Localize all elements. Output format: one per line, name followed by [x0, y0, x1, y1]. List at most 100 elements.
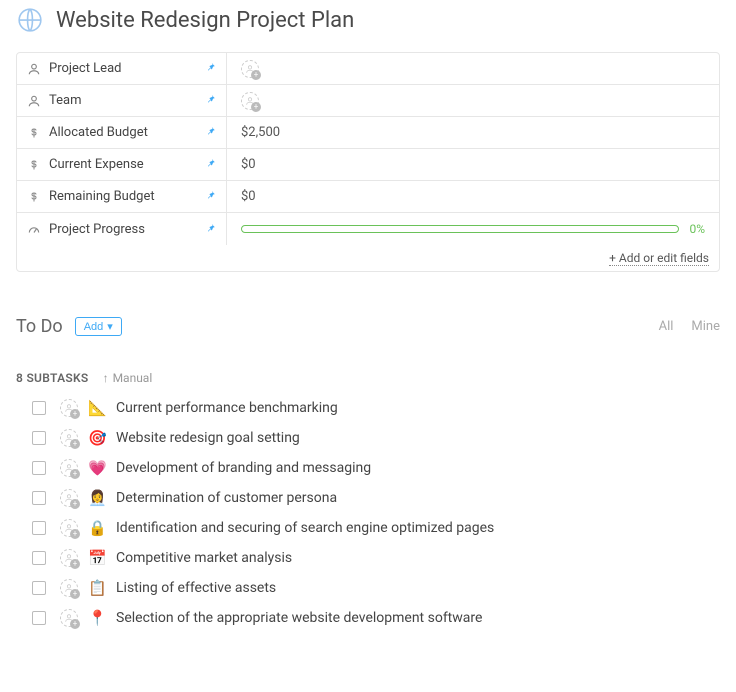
- filter-all[interactable]: All: [659, 319, 674, 334]
- assign-user-button[interactable]: [60, 429, 78, 447]
- field-label-cell[interactable]: Team: [17, 85, 227, 116]
- filter-mine[interactable]: Mine: [691, 319, 720, 334]
- pin-icon[interactable]: [206, 222, 216, 237]
- progress-bar[interactable]: [241, 225, 679, 233]
- field-row-project-progress: Project Progress 0%: [17, 213, 719, 245]
- assign-user-button[interactable]: [60, 519, 78, 537]
- view-filters: All Mine: [659, 319, 720, 334]
- task-checkbox[interactable]: [32, 611, 46, 625]
- progress-value: 0%: [689, 222, 705, 236]
- field-label: Team: [49, 93, 82, 108]
- field-label-cell[interactable]: Current Expense: [17, 149, 227, 180]
- chevron-down-icon: ▾: [107, 320, 113, 333]
- dollar-icon: [27, 126, 41, 140]
- field-row-current-expense: Current Expense $0: [17, 149, 719, 181]
- field-value-cell[interactable]: [227, 85, 719, 116]
- field-value-cell[interactable]: 0%: [227, 213, 719, 245]
- task-row[interactable]: 📍Selection of the appropriate website de…: [32, 609, 720, 627]
- task-row[interactable]: 🔒 Identification and securing of search e…: [32, 519, 720, 537]
- task-checkbox[interactable]: [32, 491, 46, 505]
- field-row-team: Team: [17, 85, 719, 117]
- add-subtask-button[interactable]: Add ▾: [75, 317, 122, 336]
- assign-user-button[interactable]: [60, 549, 78, 567]
- assign-user-button[interactable]: [60, 489, 78, 507]
- field-row-project-lead: Project Lead: [17, 53, 719, 85]
- task-title: Development of branding and messaging: [116, 460, 371, 476]
- pin-icon[interactable]: [206, 61, 216, 76]
- field-label-cell[interactable]: Remaining Budget: [17, 181, 227, 212]
- task-checkbox[interactable]: [32, 551, 46, 565]
- section-title: To Do: [16, 316, 63, 337]
- add-edit-fields-link[interactable]: + Add or edit fields: [609, 251, 709, 266]
- pin-icon[interactable]: [206, 157, 216, 172]
- field-value-cell[interactable]: $2,500: [227, 117, 719, 148]
- pin-icon[interactable]: [206, 93, 216, 108]
- dollar-icon: [27, 158, 41, 172]
- field-row-allocated-budget: Allocated Budget $2,500: [17, 117, 719, 149]
- task-checkbox[interactable]: [32, 431, 46, 445]
- task-row[interactable]: 👩‍💼Determination of customer persona: [32, 489, 720, 507]
- field-label: Allocated Budget: [49, 125, 148, 140]
- task-emoji-icon: 📐: [88, 399, 106, 417]
- task-title: Current performance benchmarking: [116, 400, 338, 416]
- field-label-cell[interactable]: Project Progress: [17, 213, 227, 245]
- fields-footer: + Add or edit fields: [17, 245, 719, 271]
- person-icon: [27, 62, 41, 76]
- task-checkbox[interactable]: [32, 581, 46, 595]
- assign-user-button[interactable]: [60, 399, 78, 417]
- field-value-cell[interactable]: [227, 53, 719, 84]
- task-title: Competitive market analysis: [116, 550, 292, 566]
- subtasks-meta: 8 SUBTASKS ↑ Manual: [16, 371, 720, 385]
- page-header: Website Redesign Project Plan: [16, 6, 720, 34]
- assign-user-button[interactable]: [241, 92, 259, 110]
- section-header: To Do Add ▾ All Mine: [16, 316, 720, 337]
- assign-user-button[interactable]: [241, 60, 259, 78]
- field-label-cell[interactable]: Allocated Budget: [17, 117, 227, 148]
- task-row[interactable]: 📋Listing of effective assets: [32, 579, 720, 597]
- field-label: Project Progress: [49, 222, 145, 237]
- task-emoji-icon: 🔒: [88, 519, 106, 537]
- task-title: Identification and securing of search en…: [116, 520, 494, 536]
- task-list: 📐 Current performance benchmarking 🎯 Websit…: [16, 399, 720, 627]
- field-label-cell[interactable]: Project Lead: [17, 53, 227, 84]
- assign-user-button[interactable]: [60, 459, 78, 477]
- task-title: Listing of effective assets: [116, 580, 276, 596]
- field-value: $2,500: [241, 125, 280, 140]
- dollar-icon: [27, 190, 41, 204]
- task-emoji-icon: 💗: [88, 459, 106, 477]
- task-title: Selection of the appropriate website dev…: [116, 610, 482, 626]
- custom-fields-panel: Project Lead Team Allocated Budget $2,500 Cu…: [16, 52, 720, 272]
- task-row[interactable]: 📐 Current performance benchmarking: [32, 399, 720, 417]
- task-emoji-icon: 👩‍💼: [88, 489, 106, 507]
- sort-label: Manual: [113, 371, 153, 385]
- assign-user-button[interactable]: [60, 609, 78, 627]
- arrow-up-icon: ↑: [103, 371, 109, 385]
- field-label: Current Expense: [49, 157, 144, 172]
- assign-user-button[interactable]: [60, 579, 78, 597]
- task-emoji-icon: 🎯: [88, 429, 106, 447]
- field-value: $0: [241, 189, 256, 204]
- field-value: $0: [241, 157, 256, 172]
- progress-wrap: 0%: [241, 222, 705, 236]
- field-label: Project Lead: [49, 61, 121, 76]
- task-checkbox[interactable]: [32, 521, 46, 535]
- subtasks-count: 8 SUBTASKS: [16, 371, 89, 385]
- pin-icon[interactable]: [206, 125, 216, 140]
- pin-icon[interactable]: [206, 189, 216, 204]
- task-title: Website redesign goal setting: [116, 430, 300, 446]
- field-value-cell[interactable]: $0: [227, 149, 719, 180]
- task-row[interactable]: 🎯 Website redesign goal setting: [32, 429, 720, 447]
- page-title: Website Redesign Project Plan: [56, 8, 354, 33]
- task-checkbox[interactable]: [32, 461, 46, 475]
- task-row[interactable]: 💗 Development of branding and messaging: [32, 459, 720, 477]
- add-button-label: Add: [84, 321, 104, 333]
- field-row-remaining-budget: Remaining Budget $0: [17, 181, 719, 213]
- sort-manual[interactable]: ↑ Manual: [103, 371, 153, 385]
- task-row[interactable]: 📅 Competitive market analysis: [32, 549, 720, 567]
- field-label: Remaining Budget: [49, 189, 155, 204]
- task-checkbox[interactable]: [32, 401, 46, 415]
- task-emoji-icon: 📅: [88, 549, 106, 567]
- gauge-icon: [27, 222, 41, 236]
- field-value-cell[interactable]: $0: [227, 181, 719, 212]
- globe-icon: [16, 6, 44, 34]
